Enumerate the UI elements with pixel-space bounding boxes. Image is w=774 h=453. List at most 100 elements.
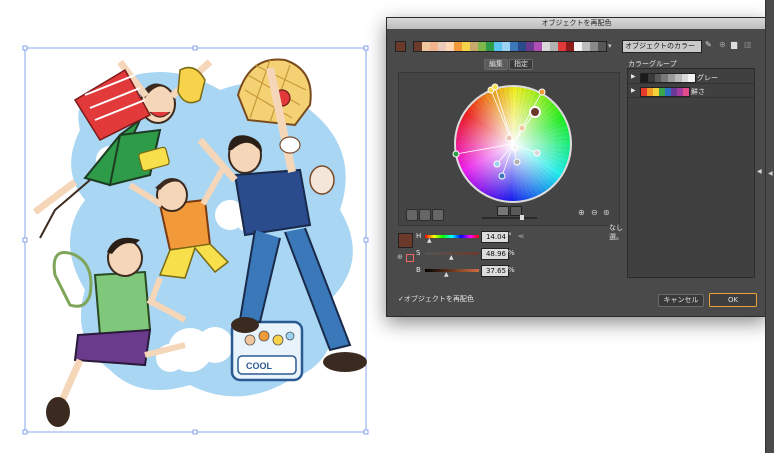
color-swatch[interactable] (558, 42, 566, 51)
selection-handle[interactable] (192, 429, 198, 435)
color-swatch[interactable] (674, 74, 682, 82)
dialog-title: オブジェクトを再配色 (541, 19, 612, 27)
color-swatch[interactable] (430, 42, 438, 51)
hsb-link-icon[interactable]: ≪ (518, 233, 524, 240)
gray-group-swatches[interactable] (640, 73, 696, 83)
color-swatch[interactable] (494, 42, 502, 51)
color-swatch[interactable] (478, 42, 486, 51)
none-option-label: なし (609, 224, 623, 232)
color-swatch[interactable] (566, 42, 574, 51)
new-group-folder-icon[interactable]: ▆ (731, 40, 737, 49)
color-mode-icon[interactable]: ⊕ (397, 253, 403, 261)
remove-color-tool-icon[interactable]: ⊖ (591, 208, 598, 217)
selection-handle[interactable] (22, 429, 28, 435)
tab-edit-label: 編集 (489, 60, 503, 68)
link-harmony-icon[interactable]: ⊛ (603, 208, 610, 217)
color-swatch[interactable] (414, 42, 422, 51)
color-swatch[interactable] (641, 74, 648, 82)
base-color-swatch[interactable] (395, 41, 406, 52)
recolor-artwork-dialog: オブジェクトを再配色 ▾ オブジェクトのカラー ✎ ⊕ ▆ ▥ 編集 指定 ⊕ … (386, 17, 767, 317)
color-swatch[interactable] (654, 74, 662, 82)
current-colors-strip[interactable] (413, 41, 607, 52)
brightness-label: B (416, 266, 421, 274)
preset-select-value: オブジェクトのカラー (625, 42, 695, 50)
color-swatch[interactable] (683, 88, 689, 96)
color-swatch[interactable] (526, 42, 534, 51)
add-color-tool-icon[interactable]: ⊕ (578, 208, 585, 217)
delete-group-icon[interactable]: ▥ (744, 40, 752, 49)
color-swatch[interactable] (462, 42, 470, 51)
color-swatch[interactable] (647, 74, 655, 82)
dialog-title-bar: オブジェクトを再配色 (387, 18, 766, 29)
saturation-slider-thumb[interactable]: ▲ (449, 254, 454, 261)
collapse-panel-arrow-icon[interactable]: ◀ (757, 168, 762, 175)
selection-handle[interactable] (363, 237, 369, 243)
hue-slider[interactable] (425, 235, 479, 238)
color-swatch[interactable] (590, 42, 598, 51)
brightness-slider[interactable] (482, 217, 537, 219)
ok-button[interactable]: OK (709, 293, 757, 307)
color-swatch[interactable] (422, 42, 430, 51)
color-swatch[interactable] (446, 42, 454, 51)
recolor-art-checkbox[interactable]: ✓オブジェクトを再配色 (398, 294, 474, 304)
eyedropper-icon[interactable]: ✎ (705, 40, 712, 49)
ok-button-label: OK (727, 296, 739, 304)
color-group-gray[interactable]: ▶ グレー (628, 71, 754, 84)
selection-handle[interactable] (363, 429, 369, 435)
expand-arrow-icon[interactable]: ▶ (631, 87, 636, 94)
color-swatch[interactable] (518, 42, 526, 51)
color-swatch[interactable] (681, 74, 689, 82)
tab-edit[interactable]: 編集 (484, 59, 508, 70)
active-color-swatch[interactable] (398, 233, 413, 248)
brightness-slider-thumb[interactable] (520, 215, 524, 220)
saturation-label: S (416, 249, 421, 257)
none-option[interactable]: なし 選。 (609, 224, 623, 242)
color-swatch[interactable] (542, 42, 550, 51)
brightness-unit: % (508, 266, 515, 274)
color-swatch[interactable] (510, 42, 518, 51)
hue-slider-thumb[interactable]: ▲ (427, 237, 432, 244)
cancel-button-label: キャンセル (663, 296, 699, 304)
preset-select[interactable]: オブジェクトのカラー (622, 40, 702, 53)
color-swatch[interactable] (668, 74, 675, 82)
color-swatch[interactable] (438, 42, 446, 51)
selection-handle[interactable] (22, 45, 28, 51)
wheel-smooth-toggle[interactable] (497, 206, 509, 216)
color-swatch[interactable] (574, 42, 582, 51)
onigiri (309, 165, 335, 195)
b-brightness-slider[interactable] (425, 269, 479, 272)
selection-handle[interactable] (363, 45, 369, 51)
color-swatch[interactable] (582, 42, 590, 51)
color-swatch[interactable] (688, 74, 695, 82)
smooth-wheel-icon[interactable] (406, 209, 418, 221)
save-color-group-icon[interactable]: ⊕ (719, 40, 726, 49)
b-brightness-slider-thumb[interactable]: ▲ (444, 271, 449, 278)
cancel-button[interactable]: キャンセル (658, 294, 704, 307)
vivid-group-swatches[interactable] (640, 87, 690, 97)
color-wheel[interactable] (447, 78, 579, 210)
hue-field[interactable]: 14.04 (481, 231, 509, 243)
color-swatch[interactable] (661, 74, 668, 82)
expand-arrow-icon[interactable]: ▶ (631, 73, 636, 80)
saturation-field[interactable]: 48.96 (481, 248, 509, 260)
color-swatch[interactable] (534, 42, 542, 51)
segmented-wheel-icon[interactable] (419, 209, 431, 221)
selection-handle[interactable] (192, 45, 198, 51)
color-swatch[interactable] (550, 42, 558, 51)
strip-dropdown-arrow[interactable]: ▾ (608, 42, 612, 50)
color-swatch[interactable] (470, 42, 478, 51)
panel-collapse-arrow-icon[interactable]: ◀ (768, 170, 773, 177)
color-swatch[interactable] (598, 42, 606, 51)
selection-handle[interactable] (22, 237, 28, 243)
brightness-field[interactable]: 37.65 (481, 265, 509, 277)
color-bars-icon[interactable] (432, 209, 444, 221)
color-swatch[interactable] (454, 42, 462, 51)
side-panel-edge: ◀ (765, 0, 774, 453)
color-group-vivid[interactable]: ▶ 鮮さ (628, 85, 754, 98)
tab-assign[interactable]: 指定 (509, 59, 533, 70)
hue-unit: ° (508, 232, 512, 240)
color-swatch[interactable] (502, 42, 510, 51)
color-swatch[interactable] (486, 42, 494, 51)
svg-text:COOL: COOL (246, 361, 273, 371)
none-option-sublabel: 選。 (609, 233, 623, 241)
